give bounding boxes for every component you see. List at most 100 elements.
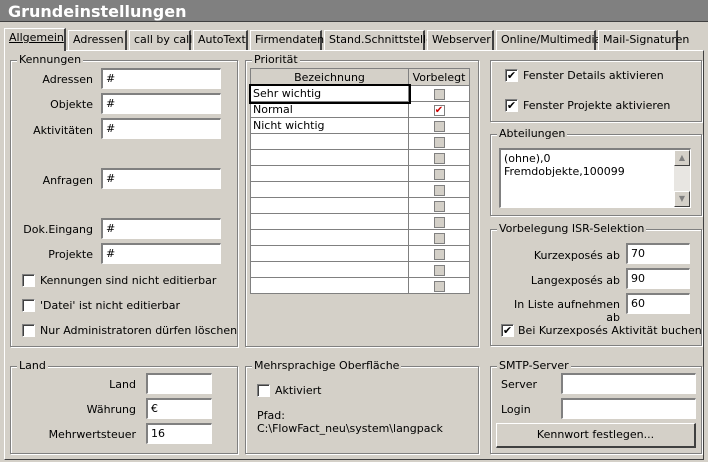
prioritaet-bezeichnung-cell[interactable] <box>250 181 409 198</box>
liste-aufnehmen-label: In Liste aufnehmen ab <box>514 298 620 324</box>
abteilungen-listbox[interactable]: (ohne),0 Fremdobjekte,100099 ▲ ▼ <box>499 148 691 208</box>
server-input[interactable] <box>561 373 696 394</box>
prioritaet-bezeichnung-cell[interactable] <box>250 245 409 262</box>
vorbelegt-checkbox[interactable] <box>433 152 445 164</box>
prioritaet-vorbelegt-cell[interactable]: ✔ <box>408 101 470 118</box>
liste-aufnehmen-input[interactable]: 60 <box>626 293 690 314</box>
vorbelegt-checkbox[interactable] <box>433 280 445 292</box>
fenster-details-checkbox[interactable]: ✔ <box>505 69 518 82</box>
vorbelegt-checkbox[interactable] <box>433 200 445 212</box>
aktivitaeten-label: Aktivitäten <box>33 124 93 137</box>
prioritaet-row[interactable] <box>250 149 470 166</box>
waehrung-input[interactable]: € <box>146 398 212 419</box>
vorbelegt-checkbox[interactable] <box>433 248 445 260</box>
tab-autotext[interactable]: AutoText <box>193 30 248 50</box>
prioritaet-vorbelegt-cell[interactable] <box>408 261 470 278</box>
abteilung-item[interactable]: (ohne),0 <box>504 152 687 165</box>
prioritaet-vorbelegt-cell[interactable] <box>408 133 470 150</box>
prioritaet-row[interactable] <box>250 245 470 262</box>
scroll-down-icon[interactable]: ▼ <box>674 191 690 207</box>
prioritaet-vorbelegt-cell[interactable] <box>408 197 470 214</box>
prioritaet-bezeichnung-cell[interactable]: Normal <box>250 101 409 118</box>
mehrsprachig-aktiviert-checkbox[interactable] <box>257 384 270 397</box>
vorbelegt-checkbox[interactable] <box>433 216 445 228</box>
prioritaet-row[interactable] <box>250 133 470 150</box>
prioritaet-row[interactable] <box>250 261 470 278</box>
prioritaet-vorbelegt-cell[interactable] <box>408 181 470 198</box>
prioritaet-row[interactable] <box>250 165 470 182</box>
land-legend: Land <box>17 359 48 372</box>
dokeingang-input[interactable]: # <box>101 218 221 239</box>
langexposes-input[interactable]: 90 <box>626 268 690 289</box>
abteilungen-scrollbar[interactable]: ▲ ▼ <box>674 150 690 207</box>
prioritaet-row[interactable]: Normal ✔ <box>250 101 470 118</box>
prioritaet-bezeichnung-cell[interactable] <box>250 261 409 278</box>
prioritaet-bezeichnung-cell[interactable] <box>250 133 409 150</box>
prioritaet-row[interactable] <box>250 229 470 246</box>
window-title: Grundeinstellungen <box>0 0 708 22</box>
prioritaet-row[interactable] <box>250 277 470 294</box>
prioritaet-row[interactable] <box>250 181 470 198</box>
tab-mail-signaturen[interactable]: Mail-Signaturen <box>598 30 689 50</box>
prioritaet-vorbelegt-cell[interactable] <box>408 165 470 182</box>
tab-stand-schnittstellen[interactable]: Stand.Schnittstellen <box>324 30 440 50</box>
tab-online-multimedia[interactable]: Online/Multimedia <box>496 30 601 50</box>
aktivitaeten-input[interactable]: # <box>101 118 221 139</box>
kurzexposes-label: Kurzexposés ab <box>533 249 620 262</box>
land-input[interactable] <box>146 373 212 394</box>
vorbelegt-checkbox[interactable] <box>433 232 445 244</box>
prioritaet-bezeichnung-cell[interactable] <box>250 165 409 182</box>
prioritaet-bezeichnung-cell[interactable] <box>250 213 409 230</box>
vorbelegt-checkbox[interactable] <box>433 136 445 148</box>
prioritaet-bezeichnung-cell[interactable]: Nicht wichtig <box>250 117 409 134</box>
nur-admins-loeschen-checkbox[interactable] <box>22 324 35 337</box>
prioritaet-row[interactable] <box>250 197 470 214</box>
tab-firmendaten[interactable]: Firmendaten <box>250 30 324 50</box>
mehrsprachig-legend: Mehrsprachige Oberfläche <box>252 359 402 372</box>
vorbelegt-checkbox[interactable] <box>433 264 445 276</box>
anfragen-input[interactable]: # <box>101 168 221 189</box>
prioritaet-vorbelegt-cell[interactable] <box>408 277 470 294</box>
kennungen-nicht-editierbar-checkbox[interactable] <box>22 274 35 287</box>
tab-adressen[interactable]: Adressen <box>68 30 127 50</box>
projekte-input[interactable]: # <box>101 243 221 264</box>
vorbelegt-checkbox[interactable] <box>433 168 445 180</box>
tab-webserver[interactable]: Webserver <box>427 30 494 50</box>
prioritaet-bezeichnung-cell[interactable] <box>250 149 409 166</box>
prioritaet-bezeichnung-cell[interactable] <box>250 229 409 246</box>
mehrsprachig-aktiviert-label: Aktiviert <box>275 384 322 397</box>
scroll-up-icon[interactable]: ▲ <box>674 150 690 166</box>
abteilungen-legend: Abteilungen <box>497 127 568 140</box>
prioritaet-vorbelegt-cell[interactable] <box>408 213 470 230</box>
vorbelegt-checkbox[interactable] <box>433 120 445 132</box>
prioritaet-vorbelegt-cell[interactable] <box>408 229 470 246</box>
kurzexposes-input[interactable]: 70 <box>626 243 690 264</box>
tab-call-by-call[interactable]: call by call <box>129 30 192 50</box>
pfad-value: C:\FlowFact_neu\system\langpack <box>257 422 443 435</box>
vorbelegt-checkbox[interactable] <box>433 88 445 100</box>
adressen-input[interactable]: # <box>101 68 221 89</box>
prioritaet-vorbelegt-cell[interactable] <box>408 117 470 134</box>
kurzexpose-aktivitaet-checkbox[interactable]: ✔ <box>501 324 514 337</box>
prioritaet-bezeichnung-cell[interactable] <box>250 197 409 214</box>
prioritaet-row[interactable]: Sehr wichtig <box>248 83 470 104</box>
prioritaet-bezeichnung-cell[interactable]: Sehr wichtig <box>248 83 411 104</box>
prioritaet-row[interactable] <box>250 213 470 230</box>
dokeingang-label: Dok.Eingang <box>23 223 93 236</box>
abteilung-item[interactable]: Fremdobjekte,100099 <box>504 165 687 178</box>
datei-nicht-editierbar-checkbox[interactable] <box>22 299 35 312</box>
anfragen-label: Anfragen <box>42 174 93 187</box>
mehrwertsteuer-input[interactable]: 16 <box>146 423 212 444</box>
kennwort-festlegen-button[interactable]: Kennwort festlegen... <box>496 423 696 448</box>
prioritaet-bezeichnung-cell[interactable] <box>250 277 409 294</box>
prioritaet-vorbelegt-cell[interactable] <box>408 149 470 166</box>
objekte-input[interactable]: # <box>101 93 221 114</box>
fenster-projekte-checkbox[interactable]: ✔ <box>505 99 518 112</box>
tab-allgemein[interactable]: Allgemein <box>4 28 66 51</box>
prioritaet-vorbelegt-cell[interactable] <box>408 85 470 102</box>
vorbelegt-checkbox[interactable] <box>433 184 445 196</box>
prioritaet-vorbelegt-cell[interactable] <box>408 245 470 262</box>
vorbelegt-checkbox[interactable]: ✔ <box>433 104 445 116</box>
login-input[interactable] <box>561 398 696 419</box>
prioritaet-row[interactable]: Nicht wichtig <box>250 117 470 134</box>
